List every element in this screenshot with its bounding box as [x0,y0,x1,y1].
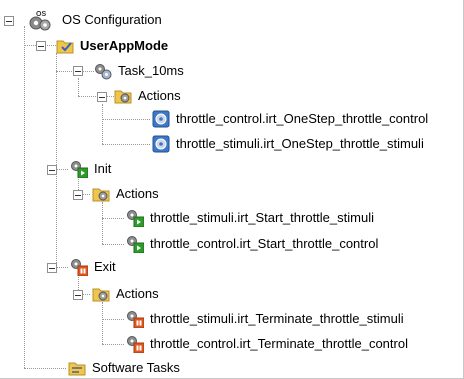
tree-node-label: throttle_control.irt_Start_throttle_cont… [150,236,379,251]
terminate-action-icon [126,335,144,353]
folder-check-icon [56,37,74,55]
tree-node-exit-actions[interactable]: Actions [92,283,159,305]
collapse-toggle-init[interactable] [47,165,57,175]
tree-node-label: throttle_stimuli.irt_Start_throttle_stim… [150,210,374,225]
tree-node-label: UserAppMode [80,38,169,53]
tree-node-label: Actions [116,186,159,201]
tree-node-os-configuration[interactable]: OS OS Configuration [26,9,162,31]
terminate-action-icon [126,310,144,328]
tree-node-action[interactable]: throttle_stimuli.irt_OneStep_throttle_st… [152,133,424,155]
tree-node-action[interactable]: throttle_control.irt_Terminate_throttle_… [126,333,408,355]
tree-node-software-tasks[interactable]: Software Tasks [68,357,180,378]
tree-node-label: Actions [138,88,181,103]
start-action-icon [126,209,144,227]
tree-node-label: Init [94,161,112,176]
tree-node-label: throttle_stimuli.irt_OneStep_throttle_st… [176,136,424,151]
tree-node-exit[interactable]: Exit [70,256,116,278]
tree-node-label: throttle_control.irt_OneStep_throttle_co… [176,111,429,126]
os-configuration-tree: OS OS Configuration UserAppMode Task_10m… [0,0,464,379]
collapse-toggle-exit-actions[interactable] [73,290,83,300]
collapse-toggle-task[interactable] [73,66,83,76]
tree-node-label: OS Configuration [62,12,162,27]
tree-node-task-10ms[interactable]: Task_10ms [94,60,184,82]
tree-node-label: throttle_stimuli.irt_Terminate_throttle_… [150,311,404,326]
tree-node-label: Software Tasks [92,360,180,375]
step-action-icon [152,110,170,128]
collapse-toggle-root[interactable] [4,16,14,26]
gears-icon [94,62,112,80]
folder-gears-icon [92,285,110,303]
tree-node-init-actions[interactable]: Actions [92,183,159,205]
start-action-icon [126,235,144,253]
collapse-toggle-exit[interactable] [47,263,57,273]
tree-node-label: Task_10ms [118,63,184,78]
tree-node-action[interactable]: throttle_control.irt_Start_throttle_cont… [126,233,378,255]
tree-node-action[interactable]: throttle_stimuli.irt_Start_throttle_stim… [126,207,374,229]
gears-play-icon [70,160,88,178]
tree-node-action[interactable]: throttle_control.irt_OneStep_throttle_co… [152,108,428,130]
tree-node-action[interactable]: throttle_stimuli.irt_Terminate_throttle_… [126,308,404,330]
gears-stop-icon [70,258,88,276]
tree-node-label: Actions [116,286,159,301]
tree-node-userappmode[interactable]: UserAppMode [56,35,168,57]
collapse-toggle-init-actions[interactable] [73,190,83,200]
collapse-toggle-task-actions[interactable] [97,92,107,102]
tree-node-label: Exit [94,259,116,274]
folder-gears-icon [114,87,132,105]
tree-node-label: throttle_control.irt_Terminate_throttle_… [150,336,408,351]
step-action-icon [152,135,170,153]
os-config-icon: OS [26,9,56,31]
tree-node-init[interactable]: Init [70,158,111,180]
tree-node-task-actions[interactable]: Actions [114,85,181,107]
collapse-toggle-userappmode[interactable] [36,41,46,51]
folder-tasks-icon [68,359,86,377]
folder-gears-icon [92,185,110,203]
